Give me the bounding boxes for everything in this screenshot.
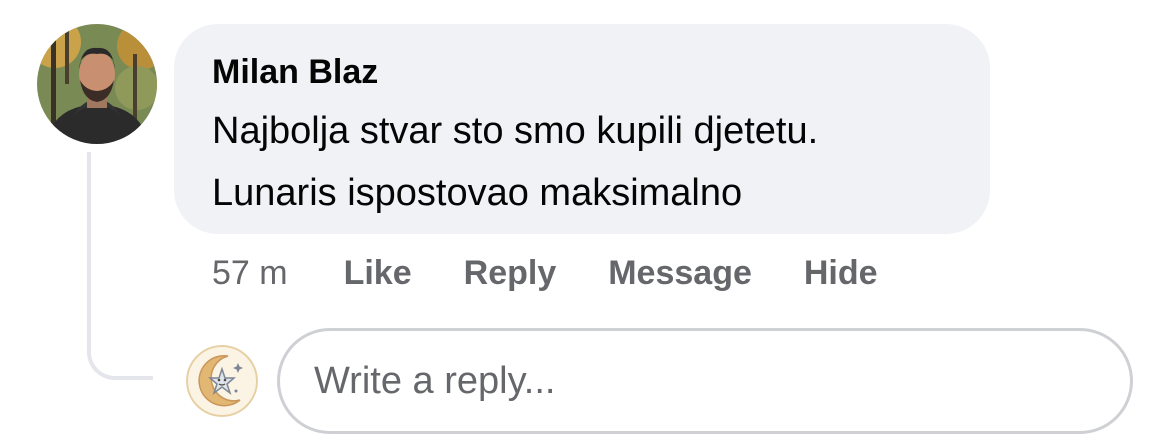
reply-input-container[interactable] xyxy=(277,328,1133,434)
profile-photo-icon xyxy=(37,24,157,144)
hide-button[interactable]: Hide xyxy=(804,254,878,293)
comment-bubble: Milan Blaz Najbolja stvar sto smo kupili… xyxy=(174,24,990,234)
comment-text-line: Lunaris ispostovao maksimalno xyxy=(212,172,743,214)
thread-connector-line xyxy=(87,152,153,380)
like-button[interactable]: Like xyxy=(344,254,412,293)
comment-timestamp[interactable]: 57 m xyxy=(212,254,288,293)
comment-actions-bar: 57 m Like Reply Message Hide xyxy=(212,250,878,296)
reply-button[interactable]: Reply xyxy=(464,254,557,293)
moon-star-logo-icon xyxy=(186,345,258,417)
reply-input[interactable] xyxy=(314,331,1074,431)
current-user-avatar[interactable] xyxy=(186,345,258,417)
comment-text: Najbolja stvar sto smo kupili djetetu. L… xyxy=(212,100,952,224)
message-button[interactable]: Message xyxy=(608,254,752,293)
comment-text-line: Najbolja stvar sto smo kupili djetetu. xyxy=(212,110,819,152)
comment-author-name[interactable]: Milan Blaz xyxy=(212,50,952,94)
commenter-avatar[interactable] xyxy=(37,24,157,144)
